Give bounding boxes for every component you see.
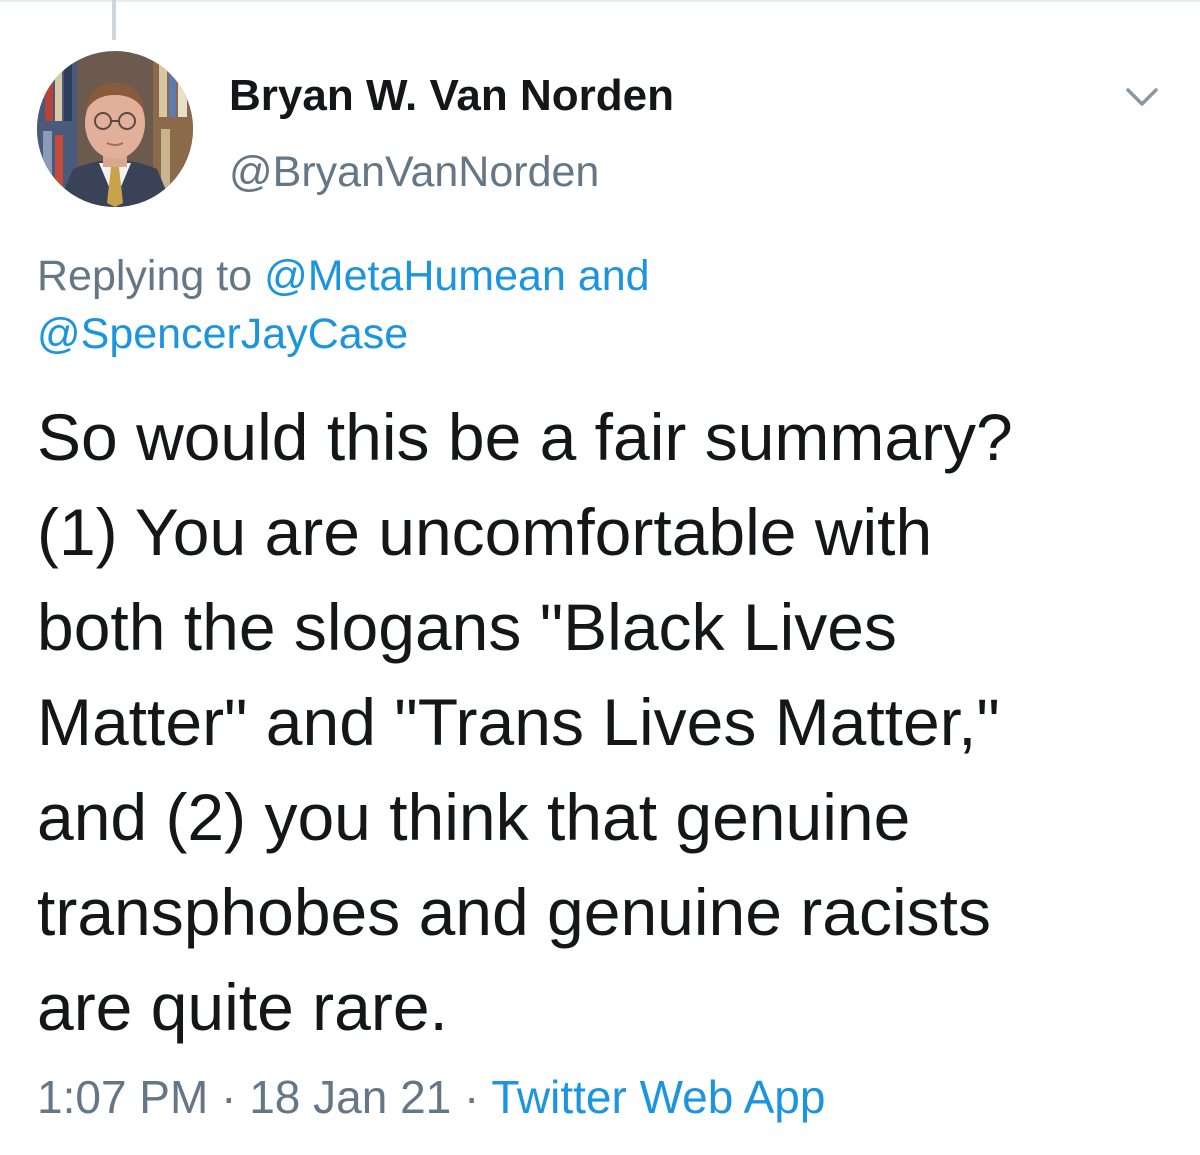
tweet-text: So would this be a fair summary? (1) You… xyxy=(37,390,1177,1055)
tweet-date[interactable]: 18 Jan 21 xyxy=(249,1071,451,1123)
tweet-text-line: Matter" and "Trans Lives Matter," xyxy=(37,685,1000,759)
tweet-text-line: both the slogans "Black Lives xyxy=(37,590,897,664)
author-name[interactable]: Bryan W. Van Norden xyxy=(229,68,674,124)
author-handle[interactable]: @BryanVanNorden xyxy=(229,144,599,200)
tweet-text-line: and (2) you think that genuine xyxy=(37,780,911,854)
meta-separator: · xyxy=(221,1071,237,1123)
chevron-down-icon[interactable] xyxy=(1122,78,1162,114)
tweet-text-line: So would this be a fair summary? xyxy=(37,400,1013,474)
tweet-text-line: are quite rare. xyxy=(37,970,448,1044)
tweet-text-line: (1) You are uncomfortable with xyxy=(37,495,933,569)
reply-prefix: Replying to xyxy=(37,252,253,300)
profile-photo xyxy=(37,51,193,207)
avatar[interactable] xyxy=(37,51,193,207)
tweet-source-link[interactable]: Twitter Web App xyxy=(491,1071,825,1123)
reply-context: Replying to @MetaHumean and @SpencerJayC… xyxy=(37,247,1167,363)
tweet-metadata: 1:07 PM · 18 Jan 21 · Twitter Web App xyxy=(37,1067,825,1127)
thread-connector-line xyxy=(112,0,116,40)
top-divider xyxy=(0,0,1200,2)
mention-link[interactable]: @SpencerJayCase xyxy=(37,310,408,358)
mention-link[interactable]: @MetaHumean xyxy=(264,252,566,300)
tweet-text-line: transphobes and genuine racists xyxy=(37,875,991,949)
meta-separator: · xyxy=(464,1071,480,1123)
reply-conjunction: and xyxy=(577,252,650,300)
tweet-time[interactable]: 1:07 PM xyxy=(37,1071,208,1123)
